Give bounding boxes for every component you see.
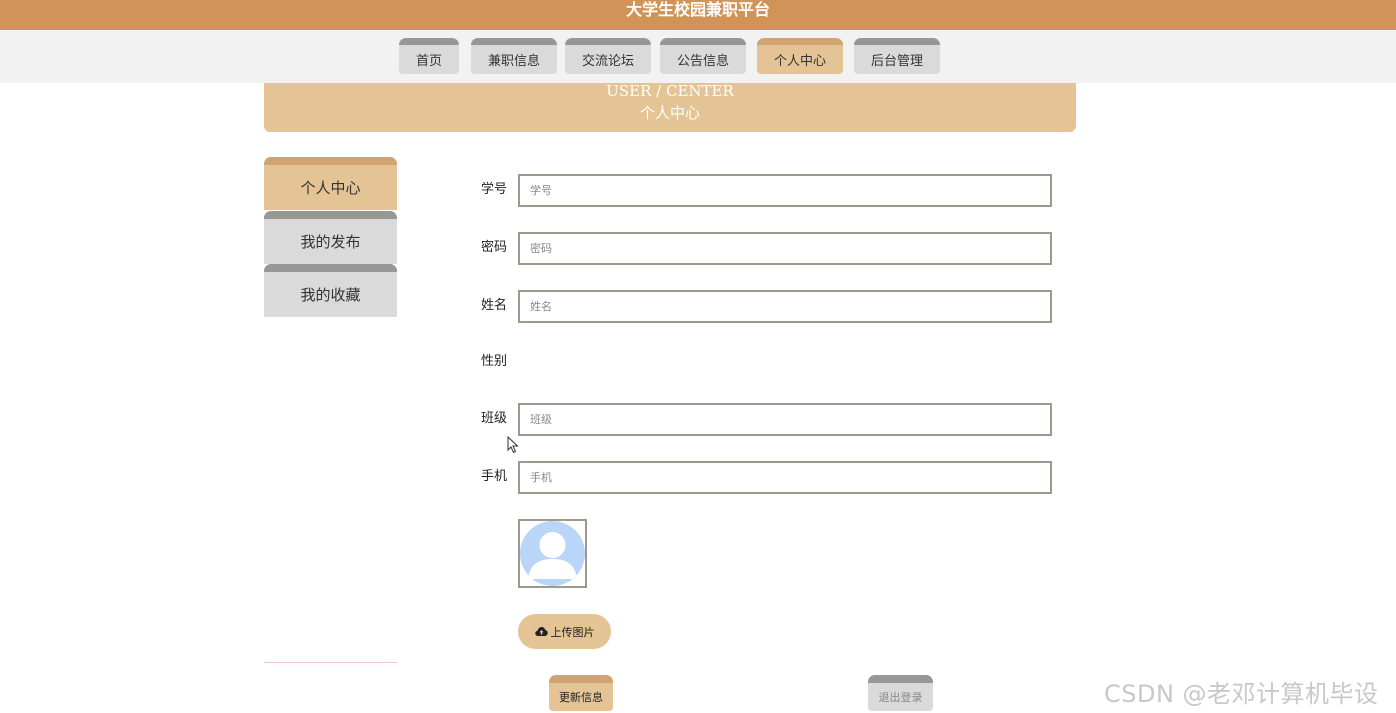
upload-image-button[interactable]: 上传图片	[518, 614, 611, 649]
student-id-input[interactable]	[518, 174, 1052, 207]
banner-title-en: USER / CENTER	[606, 82, 734, 100]
upload-image-label: 上传图片	[550, 625, 595, 639]
sidebar-item-my-posts[interactable]: 我的发布	[264, 211, 397, 264]
password-label: 密码	[481, 240, 508, 255]
sidebar-item-my-favorites[interactable]: 我的收藏	[264, 264, 397, 317]
main-navigation: 首页 兼职信息 交流论坛 公告信息 个人中心 后台管理	[0, 30, 1396, 83]
gender-label: 性别	[481, 354, 508, 369]
nav-item-announcements[interactable]: 公告信息	[660, 38, 746, 74]
banner-title-cn: 个人中心	[639, 104, 700, 122]
class-input[interactable]	[518, 403, 1052, 436]
page-banner: USER / CENTER 个人中心	[264, 82, 1076, 132]
nav-item-part-time-jobs[interactable]: 兼职信息	[471, 38, 557, 74]
phone-input[interactable]	[518, 461, 1052, 494]
mouse-cursor-icon	[507, 436, 519, 454]
avatar-preview[interactable]	[518, 519, 587, 588]
cloud-upload-icon	[534, 627, 548, 636]
nav-item-admin[interactable]: 后台管理	[854, 38, 940, 74]
sidebar-divider	[264, 662, 397, 663]
password-input[interactable]	[518, 232, 1052, 265]
nav-item-home[interactable]: 首页	[399, 38, 459, 74]
logout-button[interactable]: 退出登录	[868, 675, 933, 711]
nav-item-forum[interactable]: 交流论坛	[565, 38, 651, 74]
nav-item-user-center[interactable]: 个人中心	[757, 38, 843, 74]
name-input[interactable]	[518, 290, 1052, 323]
name-label: 姓名	[481, 298, 508, 313]
csdn-watermark: CSDN @老邓计算机毕设	[1104, 680, 1379, 708]
top-header-bar: 大学生校园兼职平台	[0, 0, 1396, 30]
sidebar-item-user-center[interactable]: 个人中心	[264, 157, 397, 210]
update-info-button[interactable]: 更新信息	[549, 675, 613, 711]
phone-label: 手机	[481, 469, 508, 484]
site-title: 大学生校园兼职平台	[625, 0, 770, 19]
student-id-label: 学号	[481, 182, 508, 197]
default-user-avatar-icon	[520, 521, 585, 586]
class-label: 班级	[481, 411, 508, 426]
